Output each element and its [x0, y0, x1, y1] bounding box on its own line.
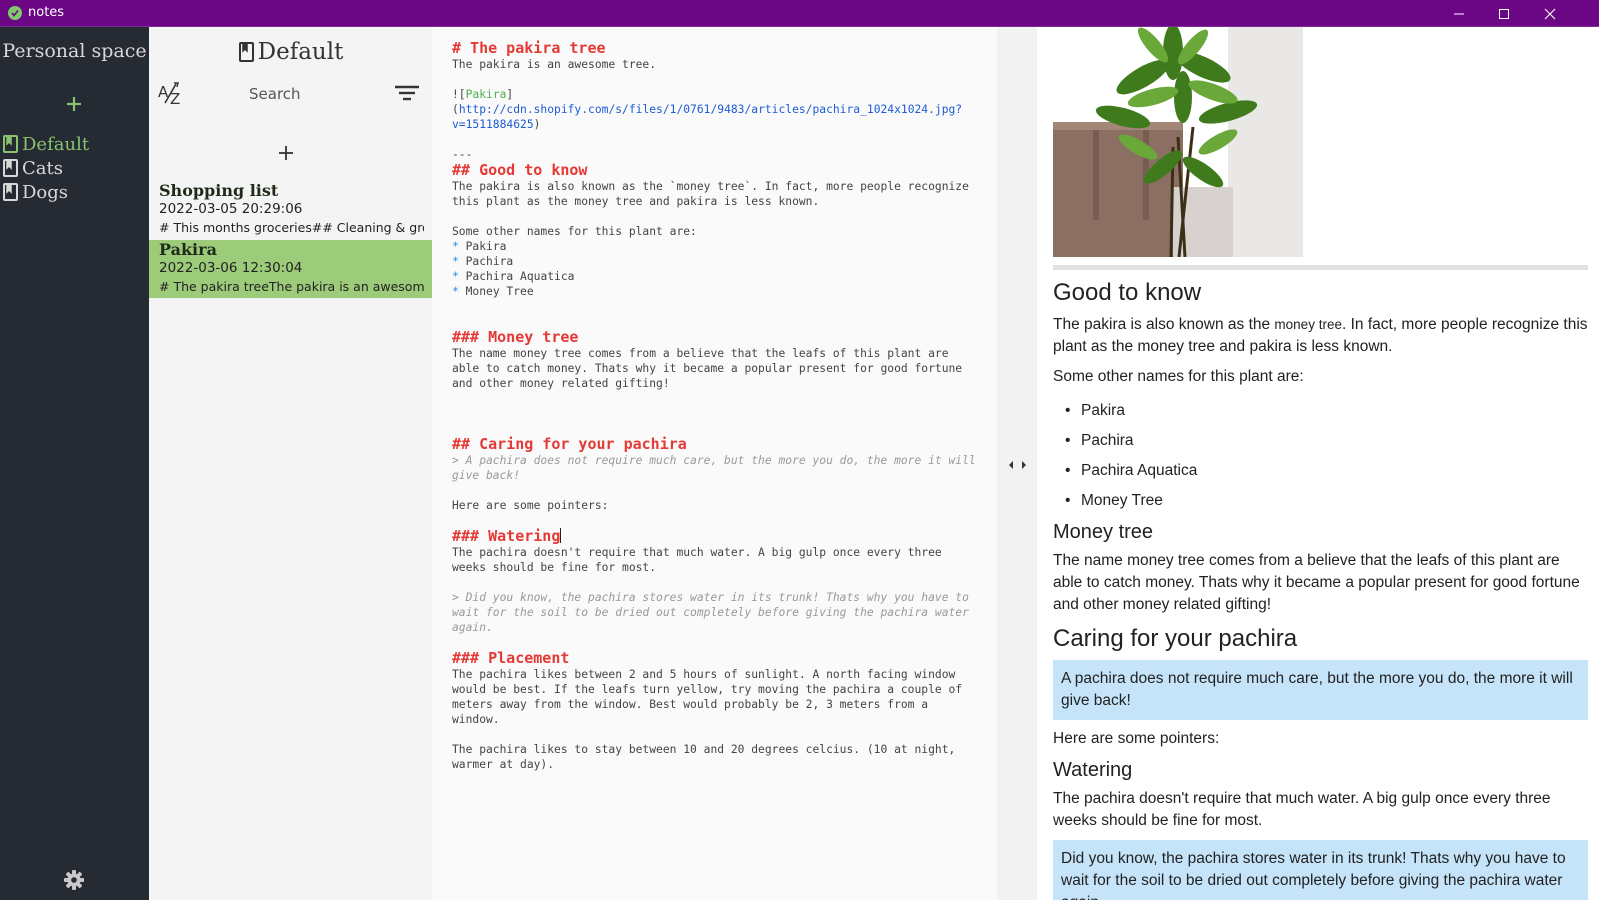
arrow-right-icon[interactable]	[1020, 459, 1028, 471]
list-item: Pachira	[1053, 426, 1588, 456]
notebook-icon	[3, 135, 18, 153]
preview-paragraph: The pachira doesn't require that much wa…	[1053, 790, 1551, 829]
close-icon	[1544, 8, 1556, 19]
editor-image-link: ![Pakira](http://cdn.shopify.com/s/files…	[452, 88, 963, 131]
editor-h1: # The pakira tree	[452, 39, 606, 57]
app-icon	[8, 6, 22, 20]
notebook-item-cats[interactable]: Cats	[2, 157, 63, 179]
notebook-item-default[interactable]: Default	[2, 133, 89, 155]
preview-paragraph: The name money tree comes from a believe…	[1053, 552, 1580, 613]
plus-icon	[67, 97, 81, 111]
markdown-preview: Good to know The pakira is also known as…	[1037, 27, 1599, 900]
list-item: Pakira	[1053, 396, 1588, 426]
preview-blockquote: A pachira does not require much care, bu…	[1053, 660, 1588, 720]
notebook-icon	[3, 159, 18, 177]
notebook-item-dogs[interactable]: Dogs	[2, 181, 68, 203]
editor-line: The pachira likes to stay between 10 and…	[452, 743, 963, 771]
sort-button[interactable]: A Z	[157, 79, 187, 108]
note-preview: # This months groceries## Cleaning & gro…	[159, 220, 424, 235]
minimize-icon	[1454, 13, 1464, 14]
maximize-button[interactable]	[1481, 0, 1527, 27]
editor-h3: ### Watering	[452, 527, 561, 545]
list-item: Money Tree	[1053, 486, 1588, 516]
preview-paragraph: The pakira is also known as the money tr…	[1053, 316, 1588, 355]
editor-line: The pakira is an awesome tree.	[452, 58, 657, 71]
editor-line: Here are some pointers:	[452, 499, 609, 512]
preview-h2: Good to know	[1053, 279, 1202, 306]
filter-button[interactable]	[394, 82, 420, 104]
settings-button[interactable]	[62, 868, 86, 892]
inline-code: money tree	[1274, 317, 1342, 332]
preview-h2: Caring for your pachira	[1053, 625, 1298, 652]
preview-paragraph: Here are some pointers:	[1053, 730, 1220, 747]
minimize-button[interactable]	[1436, 0, 1482, 27]
editor-list-item: Pakira	[465, 240, 507, 253]
note-item-shopping-list[interactable]: Shopping list 2022-03-05 20:29:06 # This…	[149, 181, 432, 239]
sidebar: Personal space Default Cats Dogs	[0, 27, 149, 900]
editor-list-item: Pachira Aquatica	[465, 270, 575, 283]
settings-gear-icon	[64, 870, 84, 890]
pakira-image	[1053, 27, 1303, 257]
notebook-label: Cats	[22, 157, 63, 179]
preview-blockquote: Did you know, the pachira stores water i…	[1053, 840, 1588, 900]
preview-h3: Watering	[1053, 759, 1133, 781]
editor-line: The pachira doesn't require that much wa…	[452, 546, 949, 574]
note-item-pakira[interactable]: Pakira 2022-03-06 12:30:04 # The pakira …	[149, 240, 432, 298]
pane-splitter[interactable]	[997, 27, 1037, 900]
editor-quote: > Did you know, the pachira stores water…	[452, 591, 976, 634]
editor-h3: ### Money tree	[452, 328, 579, 346]
search-input[interactable]	[249, 82, 379, 106]
preview-h3: Money tree	[1053, 521, 1154, 543]
close-button[interactable]	[1527, 0, 1573, 27]
editor-line: The name money tree comes from a believe…	[452, 347, 969, 390]
note-date: 2022-03-05 20:29:06	[159, 201, 303, 217]
add-notebook-button[interactable]	[62, 92, 86, 116]
editor-quote: > A pachira does not require much care, …	[452, 454, 983, 482]
editor-h2: ## Caring for your pachira	[452, 435, 687, 453]
editor-h3: ### Placement	[452, 649, 570, 667]
editor-h2: ## Good to know	[452, 161, 588, 179]
notebook-header: Default	[149, 39, 432, 65]
note-list-panel: Default A Z Shopping list 2022-03-05 20:…	[149, 27, 432, 900]
preview-list: Pakira Pachira Pachira Aquatica Money Tr…	[1053, 396, 1588, 516]
horizontal-rule	[1053, 265, 1588, 270]
notebook-icon	[238, 42, 254, 62]
editor-line: Some other names for this plant are:	[452, 225, 697, 238]
sort-az-icon: A Z	[158, 82, 180, 108]
list-item: Pachira Aquatica	[1053, 456, 1588, 486]
note-date: 2022-03-06 12:30:04	[159, 260, 303, 276]
editor-list-item: Money Tree	[465, 285, 534, 298]
editor-text[interactable]: # The pakira tree The pakira is an aweso…	[452, 40, 982, 772]
notebook-icon	[3, 183, 18, 201]
editor-line: The pachira likes between 2 and 5 hours …	[452, 668, 969, 726]
notebook-label: Default	[22, 133, 90, 155]
window-title: notes	[28, 5, 65, 20]
space-title[interactable]: Personal space	[0, 40, 149, 62]
editor-line: The pakira is also known as the `money t…	[452, 180, 976, 208]
markdown-editor[interactable]: # The pakira tree The pakira is an aweso…	[432, 27, 997, 900]
note-title: Pakira	[159, 240, 217, 259]
plus-icon	[279, 146, 293, 160]
editor-list-item: Pachira	[465, 255, 514, 268]
title-bar: notes	[0, 0, 1599, 27]
note-title: Shopping list	[159, 181, 279, 200]
add-note-button[interactable]	[275, 142, 297, 164]
notebook-title: Default	[257, 39, 344, 65]
text-cursor	[560, 528, 562, 543]
maximize-icon	[1499, 8, 1509, 19]
filter-icon	[395, 85, 419, 101]
arrow-left-icon[interactable]	[1007, 459, 1015, 471]
editor-rule: ---	[452, 148, 473, 161]
preview-paragraph: Some other names for this plant are:	[1053, 368, 1304, 385]
note-preview: # The pakira treeThe pakira is an awesom…	[159, 279, 424, 294]
notebook-label: Dogs	[22, 181, 69, 203]
